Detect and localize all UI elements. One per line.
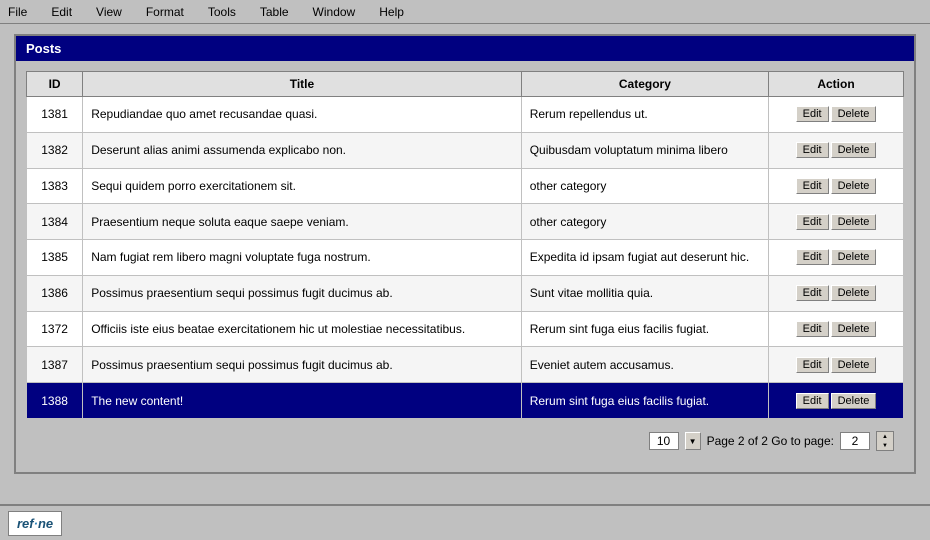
cell-title: Nam fugiat rem libero magni voluptate fu… (83, 240, 522, 276)
col-header-action: Action (769, 72, 904, 97)
col-header-id: ID (27, 72, 83, 97)
delete-button[interactable]: Delete (831, 178, 877, 194)
menubar: File Edit View Format Tools Table Window… (0, 0, 930, 24)
table-row[interactable]: 1385Nam fugiat rem libero magni voluptat… (27, 240, 904, 276)
cell-action: EditDelete (769, 168, 904, 204)
panel-title: Posts (16, 36, 914, 61)
cell-action: EditDelete (769, 204, 904, 240)
cell-category: other category (521, 168, 768, 204)
main-area: Posts ID Title Category Action 1381Repud… (0, 24, 930, 514)
menu-edit[interactable]: Edit (47, 3, 76, 21)
cell-id: 1383 (27, 168, 83, 204)
edit-button[interactable]: Edit (796, 249, 829, 265)
data-table: ID Title Category Action 1381Repudiandae… (26, 71, 904, 419)
cell-title: Possimus praesentium sequi possimus fugi… (83, 347, 522, 383)
table-row[interactable]: 1372Officiis iste eius beatae exercitati… (27, 311, 904, 347)
cell-action: EditDelete (769, 347, 904, 383)
edit-button[interactable]: Edit (796, 321, 829, 337)
cell-id: 1372 (27, 311, 83, 347)
delete-button[interactable]: Delete (831, 106, 877, 122)
edit-button[interactable]: Edit (796, 214, 829, 230)
cell-action: EditDelete (769, 132, 904, 168)
table-row[interactable]: 1386Possimus praesentium sequi possimus … (27, 275, 904, 311)
cell-title: Praesentium neque soluta eaque saepe ven… (83, 204, 522, 240)
cell-category: Quibusdam voluptatum minima libero (521, 132, 768, 168)
cell-title: Officiis iste eius beatae exercitationem… (83, 311, 522, 347)
menu-tools[interactable]: Tools (204, 3, 240, 21)
edit-button[interactable]: Edit (796, 393, 829, 409)
table-row[interactable]: 1384Praesentium neque soluta eaque saepe… (27, 204, 904, 240)
cell-action: EditDelete (769, 275, 904, 311)
menu-table[interactable]: Table (256, 3, 293, 21)
menu-window[interactable]: Window (309, 3, 360, 21)
col-header-title: Title (83, 72, 522, 97)
delete-button[interactable]: Delete (831, 285, 877, 301)
cell-action: EditDelete (769, 97, 904, 133)
delete-button[interactable]: Delete (831, 249, 877, 265)
cell-title: Possimus praesentium sequi possimus fugi… (83, 275, 522, 311)
edit-button[interactable]: Edit (796, 285, 829, 301)
cell-id: 1384 (27, 204, 83, 240)
table-row[interactable]: 1381Repudiandae quo amet recusandae quas… (27, 97, 904, 133)
page-size-input[interactable] (649, 432, 679, 450)
edit-button[interactable]: Edit (796, 106, 829, 122)
delete-button[interactable]: Delete (831, 393, 877, 409)
cell-id: 1381 (27, 97, 83, 133)
edit-button[interactable]: Edit (796, 178, 829, 194)
cell-category: Eveniet autem accusamus. (521, 347, 768, 383)
goto-page-input[interactable] (840, 432, 870, 450)
table-row[interactable]: 1382Deserunt alias animi assumenda expli… (27, 132, 904, 168)
cell-id: 1387 (27, 347, 83, 383)
cell-id: 1385 (27, 240, 83, 276)
posts-content: ID Title Category Action 1381Repudiandae… (16, 61, 914, 467)
cell-title: Repudiandae quo amet recusandae quasi. (83, 97, 522, 133)
delete-button[interactable]: Delete (831, 357, 877, 373)
cell-action: EditDelete (769, 240, 904, 276)
posts-panel: Posts ID Title Category Action 1381Repud… (14, 34, 916, 474)
cell-category: other category (521, 204, 768, 240)
menu-help[interactable]: Help (375, 3, 408, 21)
nav-arrows: ▲ ▼ (876, 431, 894, 451)
cell-action: EditDelete (769, 311, 904, 347)
cell-title: Sequi quidem porro exercitationem sit. (83, 168, 522, 204)
table-row[interactable]: 1387Possimus praesentium sequi possimus … (27, 347, 904, 383)
cell-id: 1382 (27, 132, 83, 168)
delete-button[interactable]: Delete (831, 214, 877, 230)
cell-category: Rerum sint fuga eius facilis fugiat. (521, 383, 768, 419)
nav-up-button[interactable]: ▲ (877, 432, 893, 441)
cell-category: Sunt vitae mollitia quia. (521, 275, 768, 311)
menu-view[interactable]: View (92, 3, 126, 21)
menu-format[interactable]: Format (142, 3, 188, 21)
delete-button[interactable]: Delete (831, 321, 877, 337)
cell-id: 1386 (27, 275, 83, 311)
page-info: Page 2 of 2 Go to page: (707, 434, 834, 448)
nav-down-button[interactable]: ▼ (877, 441, 893, 450)
bottom-bar: ref·ne (0, 504, 930, 540)
pagination-bar: ▼ Page 2 of 2 Go to page: ▲ ▼ (26, 425, 904, 457)
cell-title: Deserunt alias animi assumenda explicabo… (83, 132, 522, 168)
cell-category: Rerum sint fuga eius facilis fugiat. (521, 311, 768, 347)
delete-button[interactable]: Delete (831, 142, 877, 158)
cell-action: EditDelete (769, 383, 904, 419)
refine-logo: ref·ne (8, 511, 62, 536)
edit-button[interactable]: Edit (796, 142, 829, 158)
cell-title: The new content! (83, 383, 522, 419)
table-row[interactable]: 1383Sequi quidem porro exercitationem si… (27, 168, 904, 204)
menu-file[interactable]: File (4, 3, 31, 21)
edit-button[interactable]: Edit (796, 357, 829, 373)
page-size-dropdown[interactable]: ▼ (685, 432, 701, 450)
cell-category: Rerum repellendus ut. (521, 97, 768, 133)
cell-category: Expedita id ipsam fugiat aut deserunt hi… (521, 240, 768, 276)
col-header-category: Category (521, 72, 768, 97)
cell-id: 1388 (27, 383, 83, 419)
table-row[interactable]: 1388The new content!Rerum sint fuga eius… (27, 383, 904, 419)
